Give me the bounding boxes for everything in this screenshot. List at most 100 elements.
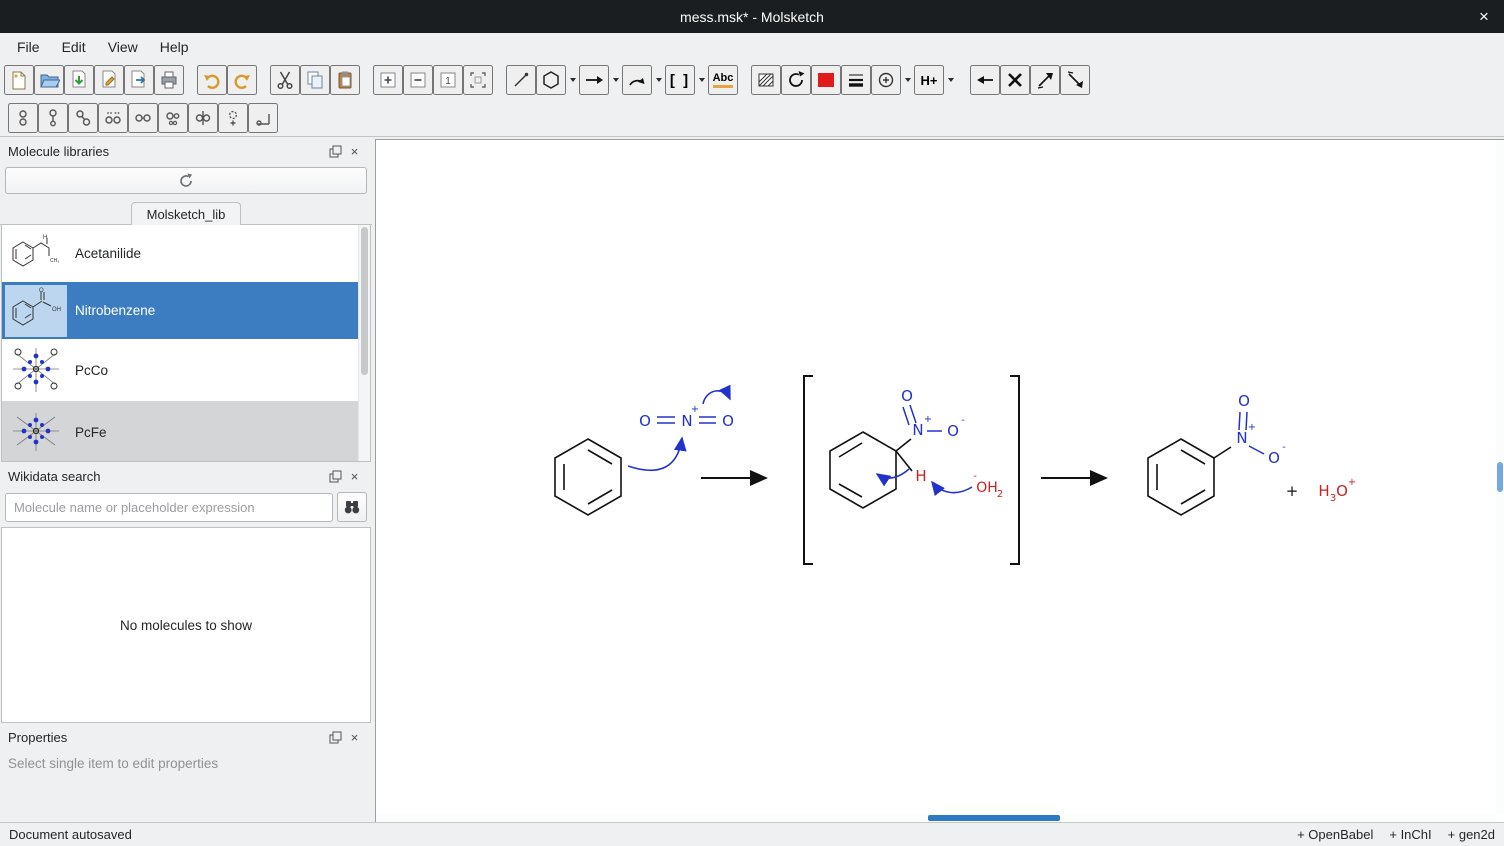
ring-tool-dropdown[interactable] — [566, 65, 579, 95]
list-item-acetanilide[interactable]: HCH₃ Acetanilide — [2, 225, 370, 282]
charge-tool-dropdown[interactable] — [901, 65, 914, 95]
zoom-original-button[interactable]: 1 — [433, 65, 463, 95]
nitrobenzene-product[interactable]: N + O O - — [1148, 392, 1286, 515]
rotate-icon — [785, 69, 807, 91]
open-file-button[interactable] — [34, 65, 64, 95]
save-as-icon — [98, 69, 120, 91]
ring-tool-group — [536, 65, 579, 95]
canvas-vertical-scrollbar[interactable] — [1496, 140, 1504, 814]
paste-button[interactable] — [330, 65, 360, 95]
library-tabbar: Molsketch_lib — [0, 201, 372, 225]
angle-tool-button[interactable] — [248, 103, 278, 133]
line-width-button[interactable] — [841, 65, 871, 95]
ring-tool-button[interactable] — [536, 65, 566, 95]
library-list-scrollbar-handle[interactable] — [361, 227, 368, 375]
save-button[interactable] — [64, 65, 94, 95]
library-refresh-button[interactable] — [5, 167, 367, 194]
reaction-arrow-dropdown[interactable] — [609, 65, 622, 95]
redo-button[interactable] — [227, 65, 257, 95]
reaction-arrow-button[interactable] — [579, 65, 609, 95]
menu-file[interactable]: File — [6, 36, 51, 58]
bracket-tool-dropdown[interactable] — [695, 65, 708, 95]
atom-pair-horizontal-tool-button[interactable] — [128, 103, 158, 133]
window-close-button[interactable]: × — [1464, 0, 1504, 33]
left-bracket[interactable] — [804, 376, 813, 564]
hydrogen-tool-button[interactable]: H+ — [914, 65, 944, 95]
text-tool-button[interactable]: Abc — [708, 65, 738, 95]
undo-button[interactable] — [197, 65, 227, 95]
atom-pair-diagonal-tool-button[interactable] — [68, 103, 98, 133]
color-swatch-button[interactable] — [811, 65, 841, 95]
electron-arrow-n-to-o[interactable] — [703, 391, 730, 404]
new-document-button[interactable] — [4, 65, 34, 95]
molecule-search-input[interactable] — [5, 493, 333, 522]
transform-up-button[interactable] — [1030, 65, 1060, 95]
wikidata-float-button[interactable] — [326, 467, 345, 485]
atom-pair-diagonal-icon — [72, 107, 94, 129]
wikidata-search-row — [0, 488, 372, 525]
mechanism-arrow-dropdown[interactable] — [652, 65, 665, 95]
charge-add-tool-button[interactable] — [218, 103, 248, 133]
rotate-tool-button[interactable] — [781, 65, 811, 95]
atom-cluster-icon — [162, 107, 184, 129]
libraries-float-button[interactable] — [326, 142, 345, 160]
vertical-scrollbar-handle[interactable] — [1497, 462, 1503, 492]
hydronium-ion[interactable]: H 3 O + — [1318, 477, 1356, 504]
list-item-pcco[interactable]: PcCo — [2, 339, 370, 401]
search-submit-button[interactable] — [337, 492, 367, 522]
transform-down-button[interactable] — [1060, 65, 1090, 95]
zoom-out-button[interactable] — [403, 65, 433, 95]
mechanism-arrow-button[interactable] — [622, 65, 652, 95]
hydrogen-tool-dropdown[interactable] — [944, 65, 957, 95]
pcfe-thumbnail — [5, 406, 67, 458]
library-list-scrollbar[interactable] — [358, 225, 370, 461]
nitronium-ion[interactable]: O N + O — [639, 404, 734, 430]
cut-button[interactable] — [270, 65, 300, 95]
electron-arrow-ch-to-ring[interactable] — [877, 469, 909, 478]
atom-chain-tool-button[interactable] — [38, 103, 68, 133]
list-item-pcfe[interactable]: PcFe — [2, 401, 370, 462]
drawing-canvas[interactable]: O N + O — [375, 139, 1504, 822]
wikidata-close-button[interactable]: × — [345, 467, 364, 485]
menu-help[interactable]: Help — [149, 36, 200, 58]
delete-tool-button[interactable] — [1000, 65, 1030, 95]
charge-label: + — [924, 414, 932, 425]
list-item-label: Acetanilide — [75, 246, 141, 261]
zoom-fit-button[interactable] — [463, 65, 493, 95]
zoom-in-button[interactable] — [373, 65, 403, 95]
list-item-nitrobenzene[interactable]: OOH Nitrobenzene — [2, 282, 370, 339]
properties-float-button[interactable] — [326, 728, 345, 746]
dipole-tool-button[interactable] — [188, 103, 218, 133]
atom-pair-vertical-tool-button[interactable] — [8, 103, 38, 133]
atom-cluster-tool-button[interactable] — [158, 103, 188, 133]
sidebar: Molecule libraries × Molsketch_lib HCH₃ … — [0, 137, 372, 822]
menu-view[interactable]: View — [97, 36, 149, 58]
properties-hint: Select single item to edit properties — [0, 749, 372, 778]
right-bracket[interactable] — [1010, 376, 1019, 564]
tab-molsketch-lib[interactable]: Molsketch_lib — [131, 202, 242, 225]
bracket-tool-button[interactable]: [ ] — [665, 65, 695, 95]
horizontal-scrollbar-handle[interactable] — [928, 815, 1060, 821]
export-button[interactable] — [124, 65, 154, 95]
menu-edit[interactable]: Edit — [51, 36, 97, 58]
zoom-fit-icon — [467, 69, 489, 91]
libraries-close-button[interactable]: × — [345, 142, 364, 160]
charge-label: - — [961, 415, 965, 426]
atom-label: O — [1336, 482, 1348, 500]
save-as-button[interactable] — [94, 65, 124, 95]
charge-tool-button[interactable] — [871, 65, 901, 95]
print-button[interactable] — [154, 65, 184, 95]
shorten-bond-button[interactable] — [970, 65, 1000, 95]
properties-close-button[interactable]: × — [345, 728, 364, 746]
draw-bond-tool-button[interactable] — [506, 65, 536, 95]
lone-pair-tool-button[interactable] — [98, 103, 128, 133]
electron-arrow-water-to-h[interactable] — [932, 482, 972, 493]
hatch-pattern-button[interactable] — [751, 65, 781, 95]
canvas-horizontal-scrollbar[interactable] — [376, 814, 1496, 822]
electron-arrow-ring-to-nitronium[interactable] — [628, 438, 682, 470]
copy-button[interactable] — [300, 65, 330, 95]
svg-text:OH: OH — [52, 307, 61, 313]
zoom-original-icon: 1 — [437, 69, 459, 91]
benzene-reactant[interactable] — [555, 439, 621, 515]
arenium-intermediate[interactable]: N + O O - H - OH 2 — [830, 387, 1003, 508]
